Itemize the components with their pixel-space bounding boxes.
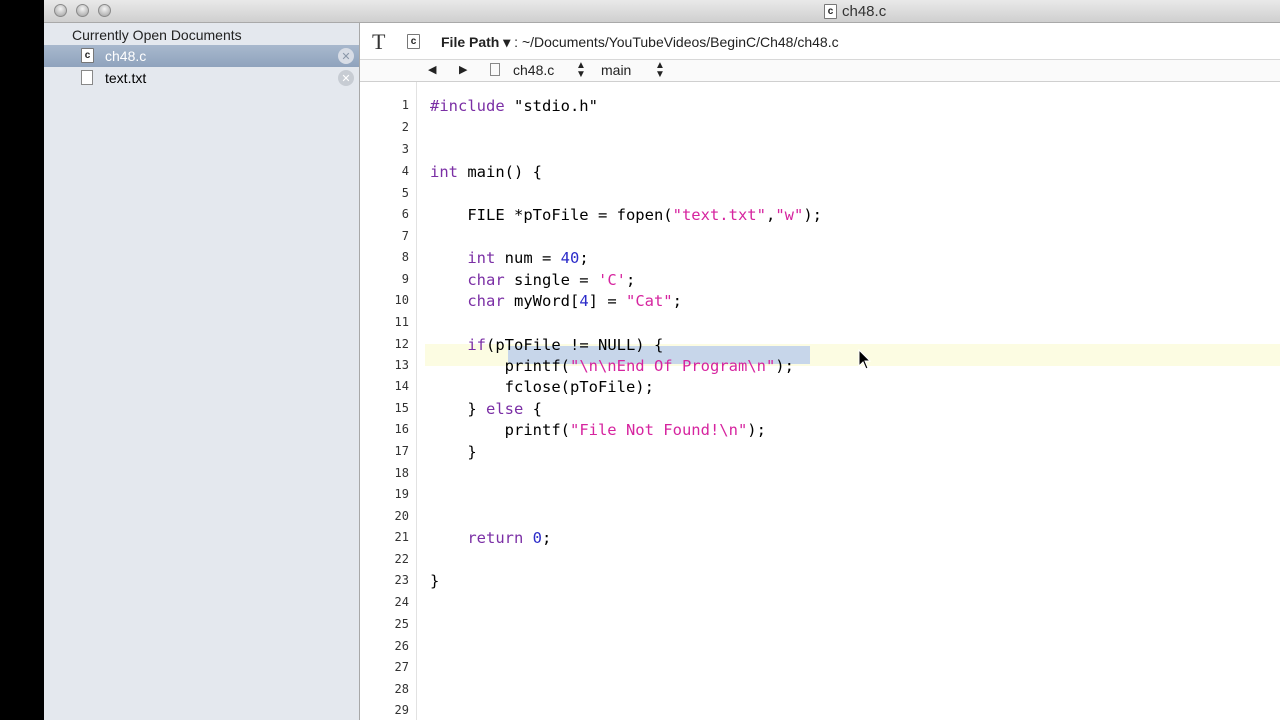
line-number: 10 bbox=[394, 293, 409, 307]
line-number: 26 bbox=[394, 639, 409, 653]
window-title: c ch48.c bbox=[824, 2, 886, 20]
c-file-icon: c bbox=[81, 48, 94, 63]
document-item-text[interactable]: text.txt ✕ bbox=[44, 67, 359, 89]
line-number: 28 bbox=[394, 682, 409, 696]
forward-arrow-icon[interactable]: ▶ bbox=[459, 63, 467, 76]
line-number: 14 bbox=[394, 379, 409, 393]
file-path-label[interactable]: File Path bbox=[441, 34, 499, 50]
line-number: 27 bbox=[394, 660, 409, 674]
line-number: 9 bbox=[401, 272, 409, 286]
code-line[interactable]: FILE *pToFile = fopen("text.txt","w"); bbox=[430, 206, 822, 224]
line-number: 17 bbox=[394, 444, 409, 458]
line-number: 6 bbox=[401, 207, 409, 221]
line-number: 3 bbox=[401, 142, 409, 156]
title-bar: c ch48.c bbox=[44, 0, 1280, 23]
line-number: 15 bbox=[394, 401, 409, 415]
code-line[interactable]: printf("\n\nEnd Of Program\n"); bbox=[430, 357, 794, 375]
stepper-icon[interactable]: ▲ ▼ bbox=[576, 61, 586, 80]
dropdown-arrow-icon[interactable]: ▾ bbox=[499, 34, 510, 50]
text-format-icon[interactable]: T bbox=[372, 29, 385, 55]
line-number: 19 bbox=[394, 487, 409, 501]
file-path-value: : ~/Documents/YouTubeVideos/BeginC/Ch48/… bbox=[514, 34, 839, 50]
line-number: 23 bbox=[394, 573, 409, 587]
document-icon bbox=[490, 63, 500, 76]
text-file-icon bbox=[81, 70, 93, 85]
code-line[interactable]: char single = 'C'; bbox=[430, 271, 635, 289]
code-line[interactable]: int main() { bbox=[430, 163, 542, 181]
code-line[interactable]: } bbox=[430, 443, 476, 461]
open-documents-sidebar: Currently Open Documents c ch48.c ✕ text… bbox=[44, 23, 360, 720]
document-name: text.txt bbox=[105, 70, 147, 86]
code-line[interactable]: printf("File Not Found!\n"); bbox=[430, 421, 766, 439]
zoom-window-button[interactable] bbox=[98, 4, 111, 17]
code-editor[interactable]: #include "stdio.h" int main() { FILE *pTo… bbox=[417, 82, 1280, 720]
line-number: 8 bbox=[401, 250, 409, 264]
window-title-text: ch48.c bbox=[842, 2, 887, 20]
c-file-icon: c bbox=[824, 3, 837, 19]
stepper-icon[interactable]: ▲ ▼ bbox=[655, 61, 665, 80]
code-line[interactable]: if(pToFile != NULL) { bbox=[430, 336, 663, 354]
line-number: 21 bbox=[394, 530, 409, 544]
line-number: 7 bbox=[401, 229, 409, 243]
editor-window: c ch48.c Currently Open Documents c ch48… bbox=[44, 0, 1280, 720]
mouse-pointer-icon bbox=[858, 349, 872, 370]
line-number: 18 bbox=[394, 466, 409, 480]
code-line[interactable]: int num = 40; bbox=[430, 249, 588, 267]
minimize-window-button[interactable] bbox=[76, 4, 89, 17]
jumpbar-symbol[interactable]: main bbox=[601, 62, 631, 78]
code-line[interactable]: } bbox=[430, 572, 439, 590]
code-line[interactable]: } else { bbox=[430, 400, 542, 418]
sidebar-header: Currently Open Documents bbox=[72, 27, 242, 43]
close-window-button[interactable] bbox=[54, 4, 67, 17]
line-number: 13 bbox=[394, 358, 409, 372]
line-number: 2 bbox=[401, 120, 409, 134]
line-number: 20 bbox=[394, 509, 409, 523]
line-number: 1 bbox=[401, 98, 409, 112]
line-number: 12 bbox=[394, 337, 409, 351]
jumpbar-file[interactable]: ch48.c bbox=[513, 62, 554, 78]
back-arrow-icon[interactable]: ◀ bbox=[428, 63, 436, 76]
code-line[interactable]: #include "stdio.h" bbox=[430, 97, 598, 115]
line-number: 16 bbox=[394, 422, 409, 436]
line-number: 11 bbox=[394, 315, 409, 329]
line-number: 5 bbox=[401, 186, 409, 200]
editor-toolbar: T c File Path ▾ : ~/Documents/YouTubeVid… bbox=[360, 23, 1280, 60]
line-number: 25 bbox=[394, 617, 409, 631]
code-line[interactable]: return 0; bbox=[430, 529, 551, 547]
line-number: 22 bbox=[394, 552, 409, 566]
close-document-icon[interactable]: ✕ bbox=[338, 48, 354, 64]
code-line[interactable]: fclose(pToFile); bbox=[430, 378, 654, 396]
code-line[interactable]: char myWord[4] = "Cat"; bbox=[430, 292, 682, 310]
jump-bar: ◀ ▶ ch48.c ▲ ▼ main ▲ ▼ bbox=[360, 60, 1280, 82]
line-number: 4 bbox=[401, 164, 409, 178]
line-number: 24 bbox=[394, 595, 409, 609]
file-path-display[interactable]: File Path ▾ : ~/Documents/YouTubeVideos/… bbox=[441, 34, 839, 51]
document-name: ch48.c bbox=[105, 48, 147, 64]
document-item-ch48[interactable]: c ch48.c ✕ bbox=[44, 45, 359, 67]
close-document-icon[interactable]: ✕ bbox=[338, 70, 354, 86]
c-file-icon[interactable]: c bbox=[407, 34, 420, 49]
line-number-gutter: 1 2 3 4 5 6 7 8 9 10 11 12 13 14 15 16 17 18 19 20 21 22 23 24 2… bbox=[360, 82, 417, 720]
line-number: 29 bbox=[394, 703, 409, 717]
